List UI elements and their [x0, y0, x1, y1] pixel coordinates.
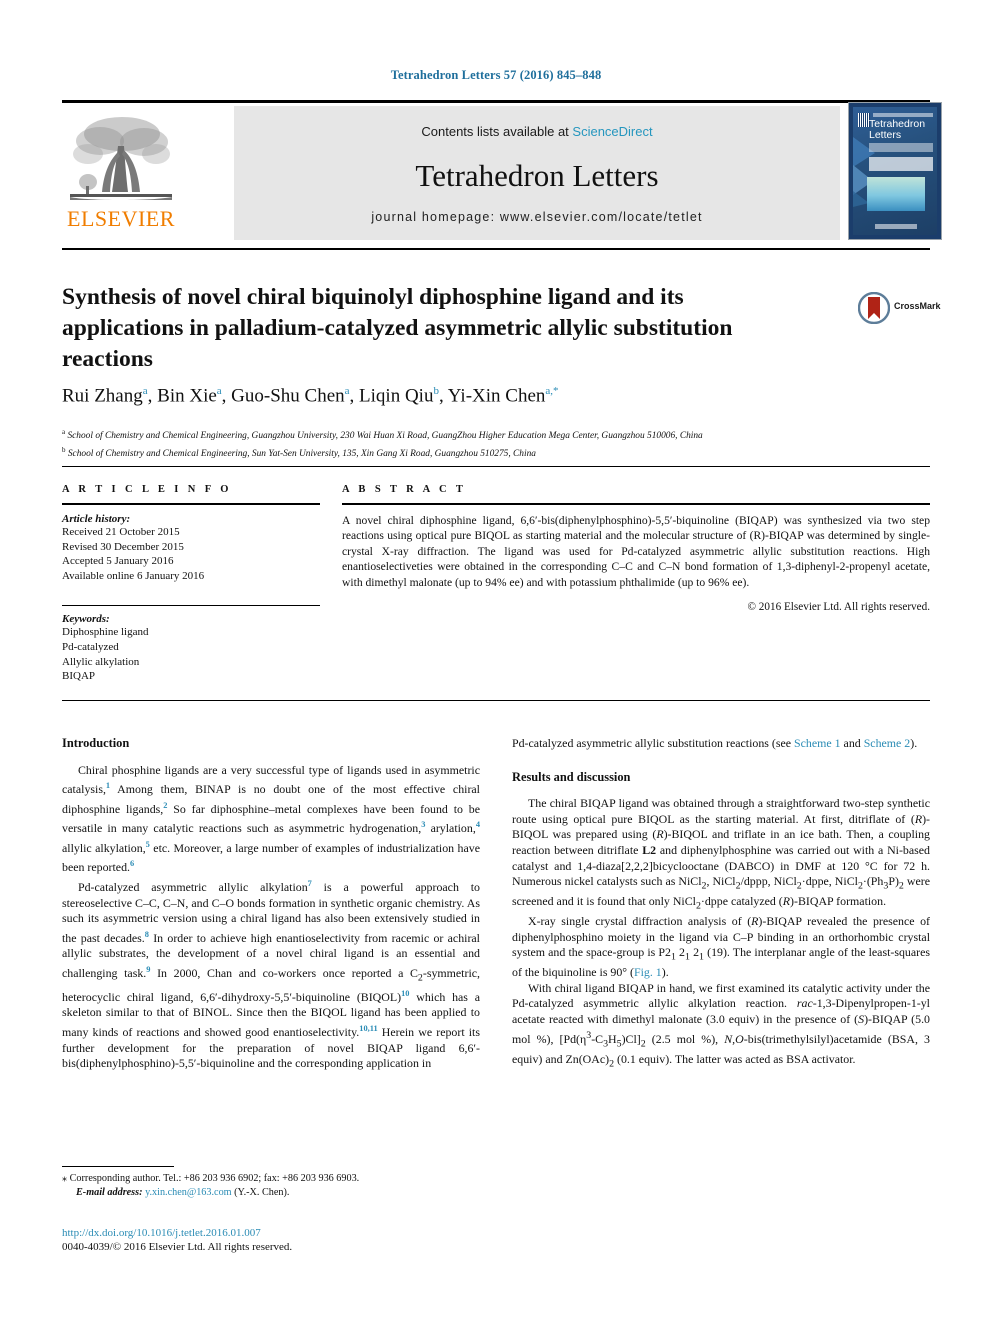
corresponding-author-text: Corresponding author. Tel.: +86 203 936 …: [69, 1173, 360, 1184]
corresponding-author-note: ⁎ Corresponding author. Tel.: +86 203 93…: [62, 1172, 482, 1186]
email-label: E-mail address:: [76, 1187, 143, 1198]
author-affil-marker: a,*: [545, 385, 559, 397]
section-heading-results: Results and discussion: [512, 769, 631, 784]
article-history-revised: Revised 30 December 2015: [62, 540, 184, 553]
article-info-block: A R T I C L E I N F O Article history: R…: [62, 484, 320, 684]
elsevier-logo[interactable]: ELSEVIER: [62, 106, 180, 240]
affiliation-item: b School of Chemistry and Chemical Engin…: [62, 445, 536, 459]
crossmark-icon: [858, 292, 890, 324]
crossmark-badge-group[interactable]: CrossMark: [858, 292, 942, 326]
article-history-label: Article history:: [62, 513, 131, 525]
masthead-top-rule: [62, 100, 930, 103]
corresponding-author-marker: ⁎: [62, 1173, 68, 1184]
email-link[interactable]: y.xin.chen@163.com: [145, 1187, 232, 1198]
paragraph-results-1: The chiral BIQAP ligand was obtained thr…: [512, 796, 930, 912]
abstract-heading: A B S T R A C T: [342, 484, 467, 495]
affiliation-item: a School of Chemistry and Chemical Engin…: [62, 428, 703, 442]
email-note: E-mail address: y.xin.chen@163.com (Y.-X…: [62, 1186, 482, 1200]
masthead-grey-band: Contents lists available at ScienceDirec…: [234, 106, 840, 240]
crossmark-label: CrossMark: [894, 301, 941, 311]
link-scheme-1[interactable]: Scheme 1: [794, 736, 841, 750]
keyword-item: Allylic alkylation: [62, 655, 140, 668]
footnote-block: ⁎ Corresponding author. Tel.: +86 203 93…: [62, 1172, 482, 1200]
paragraph-intro-1: Chiral phosphine ligands are a very succ…: [62, 762, 480, 875]
cover-subtitle-bar: [869, 143, 933, 152]
cover-title-text: Tetrahedron Letters: [869, 118, 926, 141]
doi-link[interactable]: http://dx.doi.org/10.1016/j.tetlet.2016.…: [62, 1226, 482, 1241]
article-info-rule: [62, 503, 320, 505]
link-fig-1[interactable]: Fig. 1: [634, 965, 662, 979]
paragraph-intro-continued: Pd-catalyzed asymmetric allylic substitu…: [512, 736, 918, 750]
link-scheme-2[interactable]: Scheme 2: [864, 736, 911, 750]
journal-masthead: ELSEVIER Contents lists available at Sci…: [62, 100, 942, 240]
abstract-text: A novel chiral diphosphine ligand, 6,6′-…: [342, 514, 930, 589]
author-list: Rui Zhanga, Bin Xiea, Guo-Shu Chena, Liq…: [62, 385, 559, 407]
affiliation-list: a School of Chemistry and Chemical Engin…: [62, 426, 932, 461]
keywords-rule: [62, 605, 320, 607]
article-info-heading: A R T I C L E I N F O: [62, 484, 232, 495]
sciencedirect-link[interactable]: ScienceDirect: [572, 124, 652, 139]
author-affil-marker: a: [142, 385, 148, 397]
email-owner: (Y.-X. Chen).: [234, 1187, 290, 1198]
body-column-left: Introduction Chiral phosphine ligands ar…: [62, 736, 480, 1072]
contents-prefix: Contents lists available at: [421, 124, 573, 139]
keyword-item: Pd-catalyzed: [62, 640, 119, 653]
keyword-item: Diphosphine ligand: [62, 626, 149, 639]
paragraph-results-3: With chiral ligand BIQAP in hand, we fir…: [512, 980, 931, 1069]
abstract-block: A B S T R A C T A novel chiral diphosphi…: [342, 484, 930, 613]
masthead-bottom-rule: [62, 248, 930, 250]
page-title: Synthesis of novel chiral biquinolyl dip…: [62, 284, 733, 372]
running-head: Tetrahedron Letters 57 (2016) 845–848: [390, 68, 602, 82]
author-affil-marker: a: [216, 385, 222, 397]
footnote-rule: [62, 1166, 174, 1167]
journal-cover-thumbnail[interactable]: Tetrahedron Letters: [848, 102, 942, 240]
article-history-accepted: Accepted 5 January 2016: [62, 555, 174, 568]
article-history-received: Received 21 October 2015: [62, 526, 180, 538]
elsevier-tree-icon: [70, 117, 172, 200]
cover-headline-bar: [869, 157, 933, 171]
elsevier-wordmark: ELSEVIER: [67, 206, 175, 231]
abstract-bottom-rule: [62, 700, 930, 701]
body-column-right: Pd-catalyzed asymmetric allylic substitu…: [512, 736, 930, 1072]
journal-cover-art: Tetrahedron Letters: [853, 107, 937, 235]
author-affil-marker: a: [344, 385, 350, 397]
header-bottom-rule: [62, 466, 930, 467]
article-page: Tetrahedron Letters 57 (2016) 845–848 EL…: [0, 0, 992, 1323]
contents-available-line: Contents lists available at ScienceDirec…: [234, 124, 840, 139]
cover-top-rule: [873, 113, 933, 117]
abstract-copyright: © 2016 Elsevier Ltd. All rights reserved…: [747, 601, 931, 614]
keyword-item: BIQAP: [62, 670, 96, 683]
cover-publisher-bar: [875, 224, 917, 229]
journal-title: Tetrahedron Letters: [415, 158, 659, 193]
paragraph-intro-2: Pd-catalyzed asymmetric allylic alkylati…: [62, 879, 480, 1071]
abstract-rule: [342, 503, 930, 505]
keywords-label: Keywords:: [62, 613, 110, 626]
journal-homepage-link[interactable]: journal homepage: www.elsevier.com/locat…: [234, 210, 840, 224]
paragraph-results-2: X-ray single crystal diffraction analysi…: [512, 914, 931, 980]
cover-photo: [867, 177, 925, 211]
section-heading-introduction: Introduction: [62, 736, 130, 750]
author-affil-marker: b: [433, 385, 439, 397]
article-history-online: Available online 6 January 2016: [62, 569, 205, 582]
issn-copyright-line: 0040-4039/© 2016 Elsevier Ltd. All right…: [62, 1241, 293, 1253]
